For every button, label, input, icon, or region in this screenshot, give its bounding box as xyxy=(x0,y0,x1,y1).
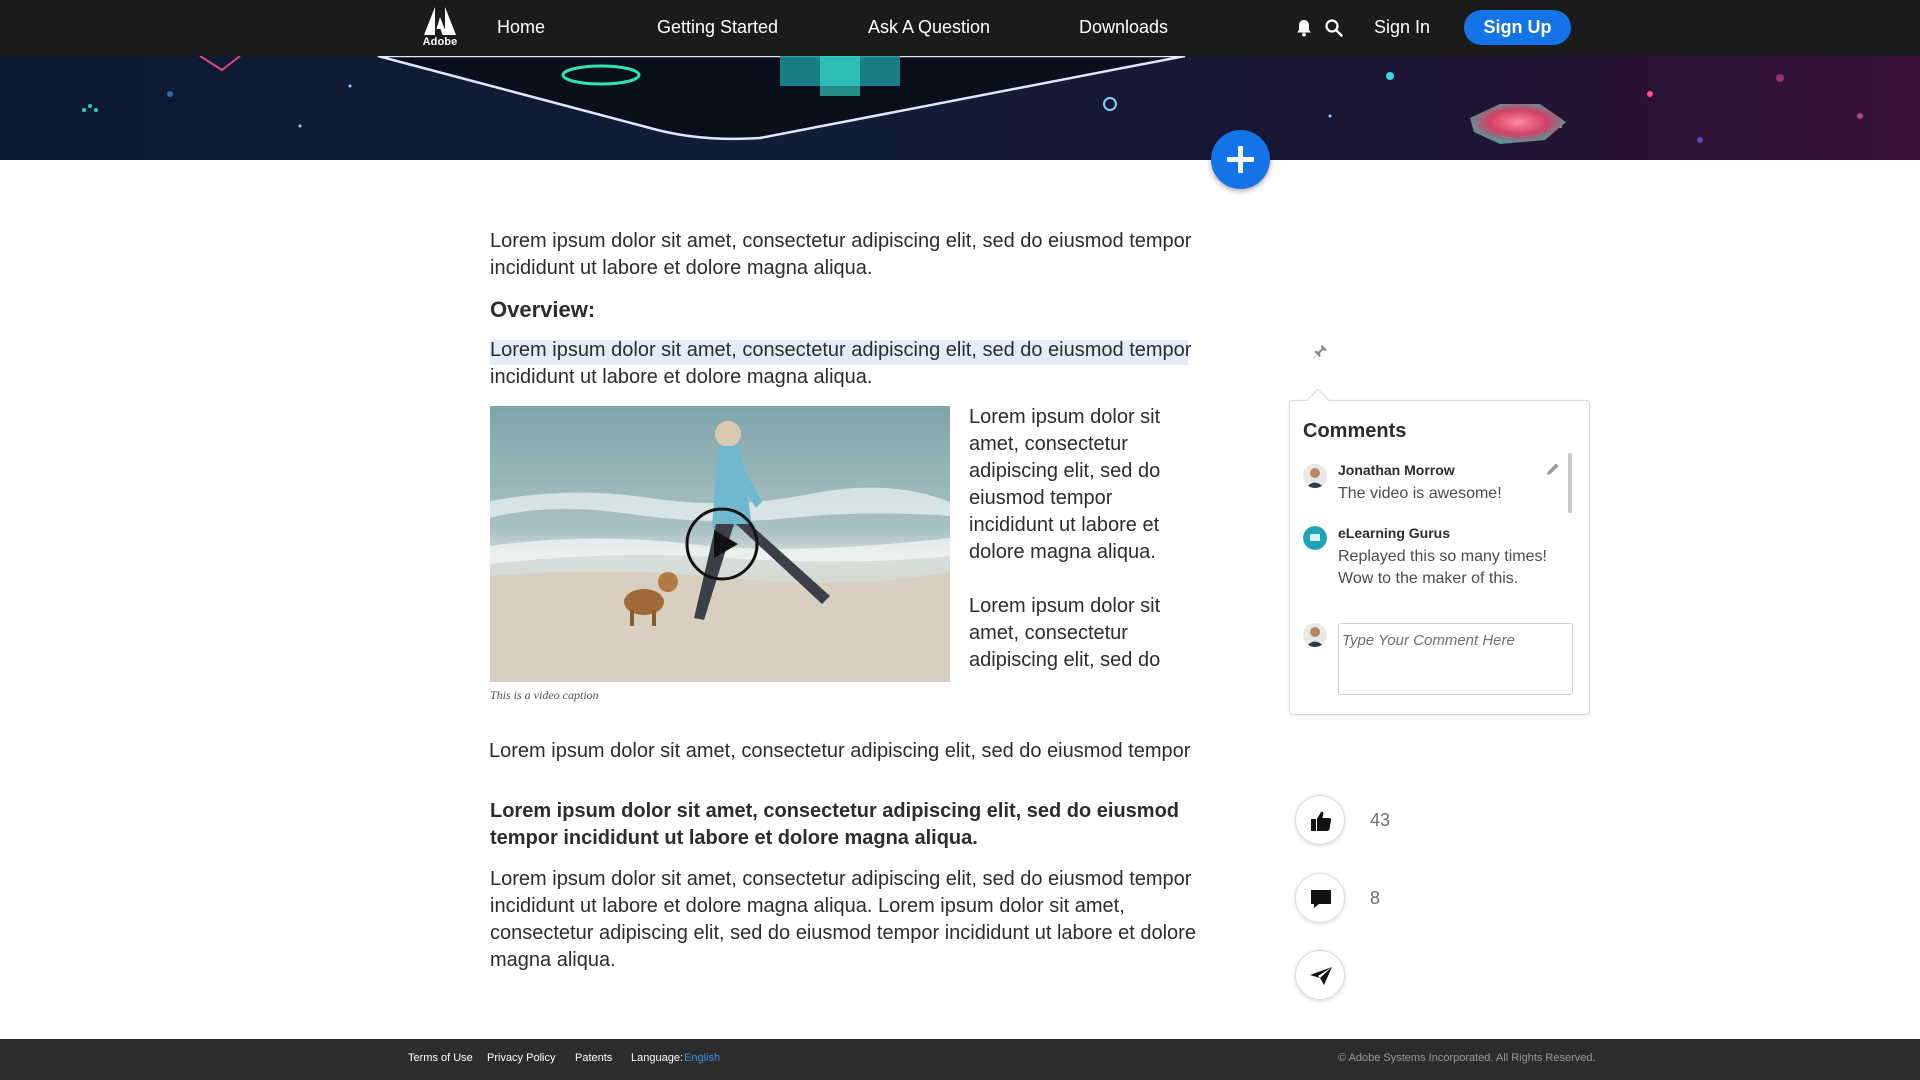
comments-title: Comments xyxy=(1303,420,1407,442)
comment-author[interactable]: Jonathan Morrow xyxy=(1338,462,1455,478)
hero-banner-image xyxy=(0,56,1920,160)
logo-text: Adobe xyxy=(422,36,458,48)
closing-paragraph: Lorem ipsum dolor sit amet, consectetur … xyxy=(490,868,1196,971)
sign-in-link[interactable]: Sign In xyxy=(1374,17,1430,38)
intro-paragraph: Lorem ipsum dolor sit amet, consectetur … xyxy=(490,230,1192,279)
patents-link[interactable]: Patents xyxy=(575,1052,612,1064)
pin-icon[interactable] xyxy=(1310,342,1330,362)
nav-getting-started-link[interactable]: Getting Started xyxy=(657,17,778,38)
comment-input[interactable] xyxy=(1338,623,1573,695)
avatar xyxy=(1303,464,1327,488)
single-line-paragraph: Lorem ipsum dolor sit amet, consectetur … xyxy=(489,740,1191,762)
bell-icon[interactable] xyxy=(1293,17,1315,39)
nav-ask-a-question-link[interactable]: Ask A Question xyxy=(868,17,990,38)
comment-button[interactable] xyxy=(1295,873,1345,923)
side-paragraph-1: Lorem ipsum dolor sit amet, consectetur … xyxy=(969,406,1161,563)
language-selector[interactable]: English xyxy=(684,1052,720,1064)
video-player[interactable] xyxy=(490,406,950,682)
share-button[interactable] xyxy=(1295,950,1345,1000)
side-paragraph-2: Lorem ipsum dolor sit amet, consectetur … xyxy=(969,595,1161,671)
comment-author[interactable]: eLearning Gurus xyxy=(1338,525,1450,541)
comment-count: 8 xyxy=(1370,888,1381,908)
comments-scrollbar[interactable] xyxy=(1568,453,1572,513)
overview-line-2: incididunt ut labore et dolore magna ali… xyxy=(490,366,873,388)
overview-line-1[interactable]: Lorem ipsum dolor sit amet, consectetur … xyxy=(490,337,1191,364)
like-button[interactable] xyxy=(1295,795,1345,845)
adobe-logo[interactable]: Adobe xyxy=(422,7,458,51)
footer: Terms of Use Privacy Policy Patents Lang… xyxy=(0,1039,1920,1080)
nav-downloads-link[interactable]: Downloads xyxy=(1079,17,1168,38)
avatar xyxy=(1303,526,1327,550)
copyright-notice: © Adobe Systems Incorporated. All Rights… xyxy=(1338,1052,1596,1064)
overview-heading: Overview: xyxy=(490,297,596,322)
video-caption: This is a video caption xyxy=(490,688,599,702)
search-icon[interactable] xyxy=(1323,17,1345,39)
add-button[interactable] xyxy=(1211,130,1270,189)
comment-text: The video is awesome! xyxy=(1338,485,1502,502)
pencil-icon[interactable] xyxy=(1545,461,1561,482)
privacy-policy-link[interactable]: Privacy Policy xyxy=(487,1052,555,1064)
terms-of-use-link[interactable]: Terms of Use xyxy=(408,1052,473,1064)
plus-icon xyxy=(1211,146,1270,193)
sign-up-button[interactable]: Sign Up xyxy=(1464,10,1571,45)
current-user-avatar xyxy=(1303,623,1327,647)
bold-paragraph: Lorem ipsum dolor sit amet, consectetur … xyxy=(490,800,1180,849)
nav-home-link[interactable]: Home xyxy=(497,17,545,38)
like-count: 43 xyxy=(1370,810,1391,830)
language-label: Language: xyxy=(631,1052,683,1064)
play-icon[interactable] xyxy=(684,506,760,587)
comment-text: Replayed this so many times! Wow to the … xyxy=(1338,548,1547,587)
top-navigation-bar: Adobe Home Getting Started Ask A Questio… xyxy=(0,0,1920,56)
